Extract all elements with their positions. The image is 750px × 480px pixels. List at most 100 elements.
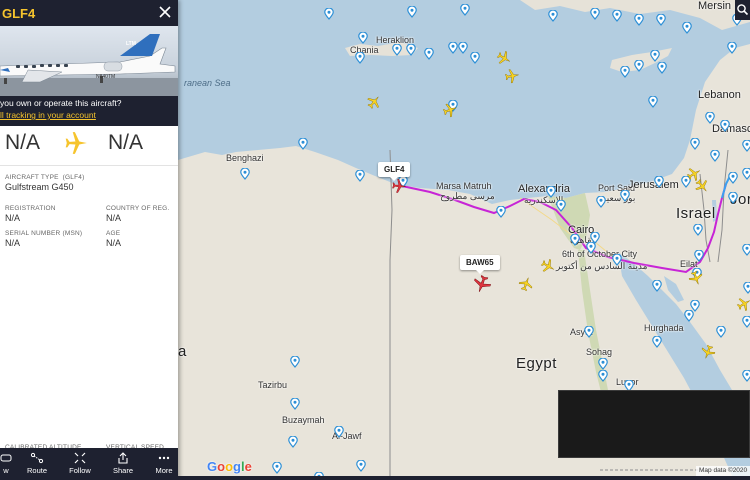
airport-pin-icon[interactable] (288, 436, 299, 448)
airport-pin-icon[interactable] (424, 48, 435, 60)
airport-pin-icon[interactable] (656, 14, 667, 26)
aircraft-icon[interactable] (504, 68, 526, 90)
route-icon (30, 452, 44, 464)
airport-pin-icon[interactable] (728, 192, 739, 204)
airport-pin-icon[interactable] (742, 244, 750, 256)
selected-aircraft-marker[interactable] (391, 178, 413, 200)
airport-pin-icon[interactable] (694, 250, 705, 262)
route-button[interactable]: Route (22, 452, 52, 478)
airport-pin-icon[interactable] (334, 426, 345, 438)
track-in-account-link[interactable]: ll tracking in your account (0, 110, 96, 120)
more-button[interactable]: More (150, 452, 178, 478)
baw65-flight-label[interactable]: BAW65 (460, 255, 500, 274)
airport-pin-icon[interactable] (470, 52, 481, 64)
airport-pin-icon[interactable] (548, 10, 559, 22)
airport-pin-icon[interactable] (290, 356, 301, 368)
airport-pin-icon[interactable] (684, 310, 695, 322)
airport-pin-icon[interactable] (358, 32, 369, 44)
selected-flight-label[interactable]: GLF4 (378, 162, 411, 181)
airport-pin-icon[interactable] (546, 186, 557, 198)
airport-pin-icon[interactable] (720, 120, 731, 132)
view-button[interactable]: w (0, 452, 12, 478)
airport-pin-icon[interactable] (652, 336, 663, 348)
airport-pin-icon[interactable] (742, 370, 750, 382)
place-israel: Israel (676, 205, 716, 222)
airport-pin-icon[interactable] (586, 242, 597, 254)
airport-pin-icon[interactable] (620, 190, 631, 202)
airport-pin-icon[interactable] (406, 44, 417, 56)
airport-pin-icon[interactable] (598, 370, 609, 382)
aircraft-icon[interactable] (694, 178, 716, 200)
airport-pin-icon[interactable] (355, 52, 366, 64)
share-icon (118, 452, 128, 464)
airport-pin-icon[interactable] (648, 96, 659, 108)
airport-pin-icon[interactable] (290, 398, 301, 410)
follow-button[interactable]: Follow (64, 452, 96, 478)
airport-pin-icon[interactable] (682, 22, 693, 34)
panel-title: GLF4 (2, 6, 36, 21)
airport-pin-icon[interactable] (496, 206, 507, 218)
airport-pin-icon[interactable] (634, 14, 645, 26)
airport-pin-icon[interactable] (392, 44, 403, 56)
airport-pin-icon[interactable] (743, 282, 750, 294)
airport-pin-icon[interactable] (716, 326, 727, 338)
airport-pin-icon[interactable] (728, 172, 739, 184)
airport-pin-icon[interactable] (727, 42, 738, 54)
airport-pin-icon[interactable] (650, 50, 661, 62)
airport-pin-icon[interactable] (356, 460, 367, 472)
map-search-button[interactable] (735, 0, 750, 20)
place-tazirbu: Tazirbu (258, 380, 288, 390)
airport-pin-icon[interactable] (240, 168, 251, 180)
aircraft-icon[interactable] (700, 344, 722, 366)
place-october-city: 6th of October City (562, 249, 638, 259)
place-buzaymah: Buzaymah (282, 415, 325, 425)
aircraft-icon[interactable] (736, 296, 750, 318)
airport-pin-icon[interactable] (598, 358, 609, 370)
airport-pin-icon[interactable] (272, 462, 283, 474)
aircraft-icon[interactable] (540, 258, 562, 280)
airport-pin-icon[interactable] (705, 112, 716, 124)
aircraft-icon[interactable] (442, 102, 464, 124)
destination-airport[interactable]: N/A (108, 131, 143, 155)
google-logo: Google (207, 459, 252, 474)
place-sohag: Sohag (586, 347, 613, 357)
origin-airport[interactable]: N/A (5, 131, 40, 155)
airport-pin-icon[interactable] (690, 138, 701, 150)
country-label: COUNTRY OF REG. (106, 205, 170, 212)
share-button[interactable]: Share (108, 452, 138, 478)
airport-pin-icon[interactable] (324, 8, 335, 20)
baw65-aircraft-marker[interactable] (472, 274, 494, 296)
aircraft-icon[interactable] (366, 94, 388, 116)
svg-text:LTM: LTM (126, 41, 136, 47)
airport-pin-icon[interactable] (407, 6, 418, 18)
airport-pin-icon[interactable] (620, 66, 631, 78)
airport-pin-icon[interactable] (657, 62, 668, 74)
panel-header: GLF4 (0, 0, 178, 26)
airport-pin-icon[interactable] (652, 280, 663, 292)
airport-pin-icon[interactable] (742, 140, 750, 152)
airport-pin-icon[interactable] (654, 176, 665, 188)
airport-pin-icon[interactable] (710, 150, 721, 162)
aircraft-photo[interactable]: LTM N840TM (0, 26, 178, 96)
map-attribution[interactable]: Map data ©2020 (696, 466, 750, 476)
airport-pin-icon[interactable] (458, 42, 469, 54)
airport-pin-icon[interactable] (596, 196, 607, 208)
airport-pin-icon[interactable] (355, 170, 366, 182)
airport-pin-icon[interactable] (742, 168, 750, 180)
airport-pin-icon[interactable] (298, 138, 309, 150)
airport-pin-icon[interactable] (590, 8, 601, 20)
close-panel-button[interactable] (157, 4, 173, 20)
aircraft-image: LTM (0, 34, 178, 96)
airport-pin-icon[interactable] (693, 224, 704, 236)
bottom-bar (178, 476, 750, 480)
airport-pin-icon[interactable] (634, 60, 645, 72)
airport-pin-icon[interactable] (612, 10, 623, 22)
airport-pin-icon[interactable] (460, 4, 471, 16)
airport-pin-icon[interactable] (612, 254, 623, 266)
airport-pin-icon[interactable] (584, 326, 595, 338)
airport-pin-icon[interactable] (556, 200, 567, 212)
aircraft-icon[interactable] (688, 270, 710, 292)
airport-pin-icon[interactable] (570, 234, 581, 246)
aircraft-icon[interactable] (518, 276, 540, 298)
aircraft-model: Gulfstream G450 (5, 182, 74, 192)
